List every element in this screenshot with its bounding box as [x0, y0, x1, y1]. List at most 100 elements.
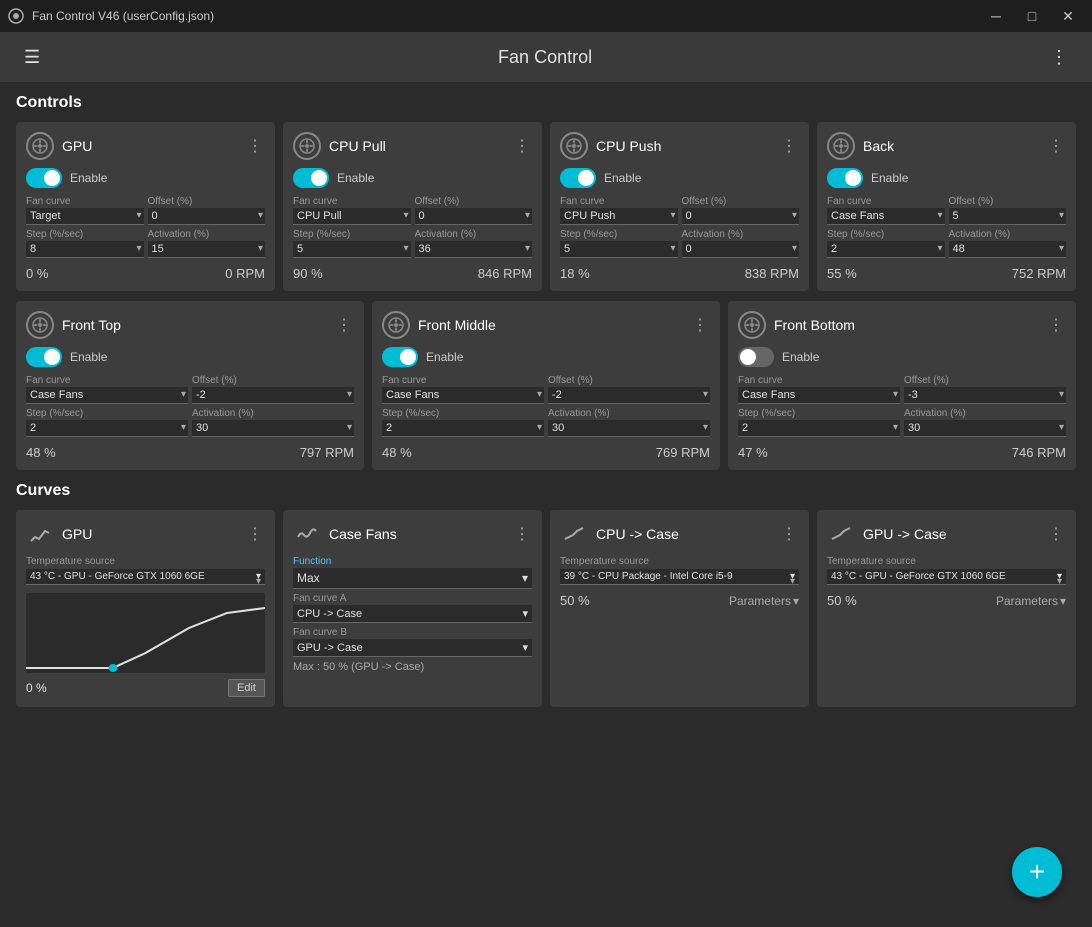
front-top-offset-select[interactable]: -2: [192, 387, 354, 404]
front-top-step-select[interactable]: 2: [26, 420, 188, 437]
case-fans-curve-b-value[interactable]: GPU -> Case▾: [293, 639, 532, 657]
gpu-activation-label: Activation (%): [148, 229, 266, 240]
front-top-fan-curve-select[interactable]: Case Fans: [26, 387, 188, 404]
back-step-select[interactable]: 2: [827, 241, 945, 258]
fan-icon-gpu: [26, 132, 54, 160]
gpu-curve-menu-btn[interactable]: ⋮: [245, 524, 265, 544]
cpu-pull-fan-curve-select[interactable]: CPU Pull: [293, 208, 411, 225]
cpu-case-temp-source-wrapper: Temperature source 39 °C - CPU Package -…: [560, 556, 799, 585]
gpu-edit-btn[interactable]: Edit: [228, 679, 265, 697]
add-fab-button[interactable]: +: [1012, 847, 1062, 897]
case-fans-function-wrapper: Function Max▾: [293, 556, 532, 589]
gpu-activation-select[interactable]: 15: [148, 241, 266, 258]
curve-title-case-fans: Case Fans: [329, 526, 397, 542]
front-top-menu-btn[interactable]: ⋮: [334, 315, 354, 335]
front-bottom-field-row-1: Fan curve Case Fans Offset (%) -3: [738, 375, 1066, 404]
back-field-row-1: Fan curve Case Fans Offset (%) 5: [827, 196, 1066, 225]
case-fans-function-value[interactable]: Max▾: [293, 568, 532, 589]
cpu-case-temp-source-value[interactable]: 39 °C - CPU Package - Intel Core i5-9 ▾: [560, 569, 799, 585]
gpu-fan-curve-select[interactable]: Target: [26, 208, 144, 225]
curve-card-gpu: GPU ⋮ Temperature source 43 °C - GPU - G…: [16, 510, 275, 707]
gpu-case-temp-source-value[interactable]: 43 °C - GPU - GeForce GTX 1060 6GE ▾: [827, 569, 1066, 585]
cpu-pull-offset-field: Offset (%) 0: [415, 196, 533, 225]
cpu-push-fan-curve-field: Fan curve CPU Push: [560, 196, 678, 225]
cpu-pull-menu-btn[interactable]: ⋮: [512, 136, 532, 156]
cpu-case-pct: 50 %: [560, 593, 590, 608]
front-bottom-rpm: 746 RPM: [1012, 445, 1066, 460]
cpu-push-fan-curve-select[interactable]: CPU Push: [560, 208, 678, 225]
front-bottom-fan-curve-select[interactable]: Case Fans: [738, 387, 900, 404]
control-card-back: Back ⋮ Enable Fan curve Case Fans: [817, 122, 1076, 291]
cpu-push-toggle[interactable]: [560, 168, 596, 188]
front-bottom-step-select[interactable]: 2: [738, 420, 900, 437]
cpu-pull-step-select[interactable]: 5: [293, 241, 411, 258]
cpu-push-field-row-2: Step (%/sec) 5 Activation (%) 0: [560, 229, 799, 258]
titlebar-left: Fan Control V46 (userConfig.json): [8, 8, 214, 24]
gpu-field-row-1: Fan curve Target Offset (%) 0: [26, 196, 265, 225]
case-fans-curve-a-value[interactable]: CPU -> Case▾: [293, 605, 532, 623]
app-title: Fan Control: [48, 47, 1042, 68]
curve-card-case-fans: Case Fans ⋮ Function Max▾ Fan curve A CP…: [283, 510, 542, 707]
cpu-push-pct: 18 %: [560, 266, 590, 281]
case-fans-curve-b-wrapper: Fan curve B GPU -> Case▾: [293, 627, 532, 657]
front-middle-step-select[interactable]: 2: [382, 420, 544, 437]
gpu-case-pct: 50 %: [827, 593, 857, 608]
cpu-push-offset-select[interactable]: 0: [682, 208, 800, 225]
back-menu-btn[interactable]: ⋮: [1046, 136, 1066, 156]
gpu-rpm: 0 RPM: [225, 266, 265, 281]
minimize-button[interactable]: ─: [980, 0, 1012, 32]
cpu-pull-toggle[interactable]: [293, 168, 329, 188]
cpu-push-activation-select[interactable]: 0: [682, 241, 800, 258]
back-activation-field: Activation (%) 48: [949, 229, 1067, 258]
gpu-fan-curve-label: Fan curve: [26, 196, 144, 207]
front-middle-activation-select[interactable]: 30: [548, 420, 710, 437]
app-icon: [8, 8, 24, 24]
maximize-button[interactable]: □: [1016, 0, 1048, 32]
cpu-push-menu-btn[interactable]: ⋮: [779, 136, 799, 156]
front-middle-offset-select[interactable]: -2: [548, 387, 710, 404]
cpu-case-curve-menu-btn[interactable]: ⋮: [779, 524, 799, 544]
close-button[interactable]: ✕: [1052, 0, 1084, 32]
front-middle-toggle[interactable]: [382, 347, 418, 367]
front-bottom-toggle[interactable]: [738, 347, 774, 367]
case-fans-max-info: Max : 50 % (GPU -> Case): [293, 661, 532, 673]
cpu-push-step-field: Step (%/sec) 5: [560, 229, 678, 258]
cpu-push-field-row-1: Fan curve CPU Push Offset (%) 0: [560, 196, 799, 225]
gpu-case-curve-menu-btn[interactable]: ⋮: [1046, 524, 1066, 544]
header-menu-button[interactable]: ⋮: [1042, 43, 1076, 72]
gpu-toggle[interactable]: [26, 168, 62, 188]
cpu-case-params-btn[interactable]: Parameters ▾: [729, 594, 799, 608]
case-fans-curve-menu-btn[interactable]: ⋮: [512, 524, 532, 544]
gpu-offset-select[interactable]: 0: [148, 208, 266, 225]
cpu-pull-activation-select[interactable]: 36: [415, 241, 533, 258]
fan-icon-front-top: [26, 311, 54, 339]
front-middle-menu-btn[interactable]: ⋮: [690, 315, 710, 335]
card-title-cpu-pull: CPU Pull: [329, 138, 386, 154]
gpu-case-temp-source-wrapper: Temperature source 43 °C - GPU - GeForce…: [827, 556, 1066, 585]
gpu-step-select[interactable]: 8: [26, 241, 144, 258]
back-fan-curve-select[interactable]: Case Fans: [827, 208, 945, 225]
cpu-pull-offset-select[interactable]: 0: [415, 208, 533, 225]
front-top-toggle[interactable]: [26, 347, 62, 367]
front-bottom-activation-select[interactable]: 30: [904, 420, 1066, 437]
back-toggle[interactable]: [827, 168, 863, 188]
gpu-case-params-btn[interactable]: Parameters ▾: [996, 594, 1066, 608]
back-activation-select[interactable]: 48: [949, 241, 1067, 258]
front-top-activation-select[interactable]: 30: [192, 420, 354, 437]
gpu-temp-source-value[interactable]: 43 °C - GPU - GeForce GTX 1060 6GE ▾: [26, 569, 265, 585]
front-bottom-menu-btn[interactable]: ⋮: [1046, 315, 1066, 335]
front-middle-toggle-row: Enable: [382, 347, 710, 367]
hamburger-button[interactable]: ☰: [16, 43, 48, 72]
back-offset-select[interactable]: 5: [949, 208, 1067, 225]
front-middle-fan-curve-select[interactable]: Case Fans: [382, 387, 544, 404]
cpu-push-step-select[interactable]: 5: [560, 241, 678, 258]
back-fan-curve-field: Fan curve Case Fans: [827, 196, 945, 225]
curve-header-case-fans: Case Fans ⋮: [293, 520, 532, 548]
gpu-field-row-2: Step (%/sec) 8 Activation (%) 15: [26, 229, 265, 258]
gpu-menu-btn[interactable]: ⋮: [245, 136, 265, 156]
card-title-front-bottom: Front Bottom: [774, 317, 855, 333]
curve-title-gpu-case: GPU -> Case: [863, 526, 947, 542]
gpu-pct: 0 %: [26, 266, 48, 281]
cpu-pull-field-row-2: Step (%/sec) 5 Activation (%) 36: [293, 229, 532, 258]
front-bottom-offset-select[interactable]: -3: [904, 387, 1066, 404]
